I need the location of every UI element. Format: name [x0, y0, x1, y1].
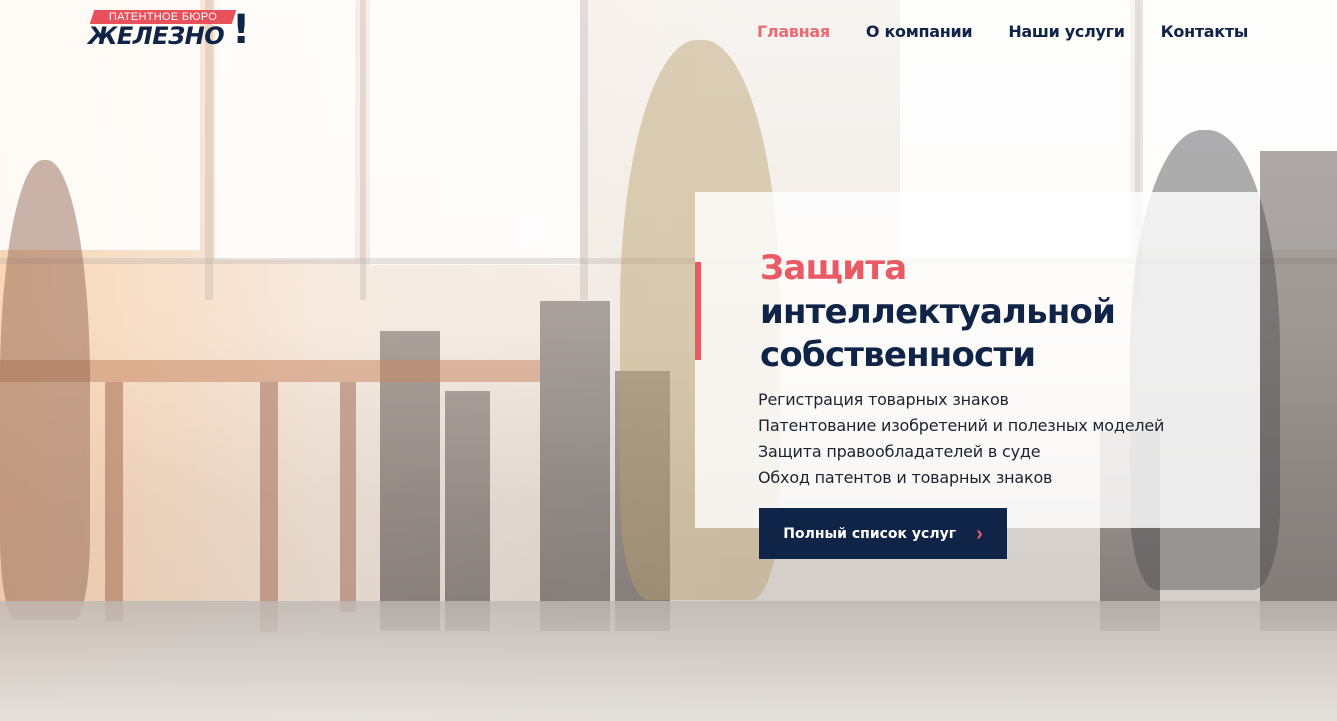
nav-item-services[interactable]: Наши услуги: [1008, 22, 1125, 41]
service-item: Защита правообладателей в суде: [758, 442, 1041, 461]
hero-headline-line-2: интеллектуальной: [760, 292, 1116, 332]
nav-item-home[interactable]: Главная: [757, 22, 830, 41]
nav-item-about[interactable]: О компании: [866, 22, 973, 41]
site-header: ПАТЕНТНОЕ БЮРО ЖЕЛЕЗНО ! Главная О компа…: [0, 0, 1337, 60]
hero-headline-line-1: Защита: [760, 248, 907, 288]
full-services-list-button[interactable]: Полный список услуг ›: [759, 508, 1007, 559]
hero-panel: Защита интеллектуальной собственности Ре…: [695, 192, 1260, 528]
logo-wordmark: ЖЕЛЕЗНО: [88, 22, 225, 50]
service-item: Патентование изобретений и полезных моде…: [758, 416, 1165, 435]
main-nav: Главная О компании Наши услуги Контакты: [757, 22, 1248, 41]
chevron-right-icon: ›: [976, 522, 983, 545]
service-item: Регистрация товарных знаков: [758, 390, 1009, 409]
hero-headline-line-3: собственности: [760, 335, 1036, 375]
cta-label: Полный список услуг: [783, 525, 957, 542]
services-list: Регистрация товарных знаков Патентование…: [758, 387, 1164, 491]
brand-logo[interactable]: ПАТЕНТНОЕ БЮРО ЖЕЛЕЗНО !: [88, 7, 258, 53]
panel-accent-bar: [695, 262, 701, 360]
nav-item-contacts[interactable]: Контакты: [1161, 22, 1249, 41]
logo-exclamation-mark: !: [232, 7, 251, 53]
service-item: Обход патентов и товарных знаков: [758, 468, 1053, 487]
